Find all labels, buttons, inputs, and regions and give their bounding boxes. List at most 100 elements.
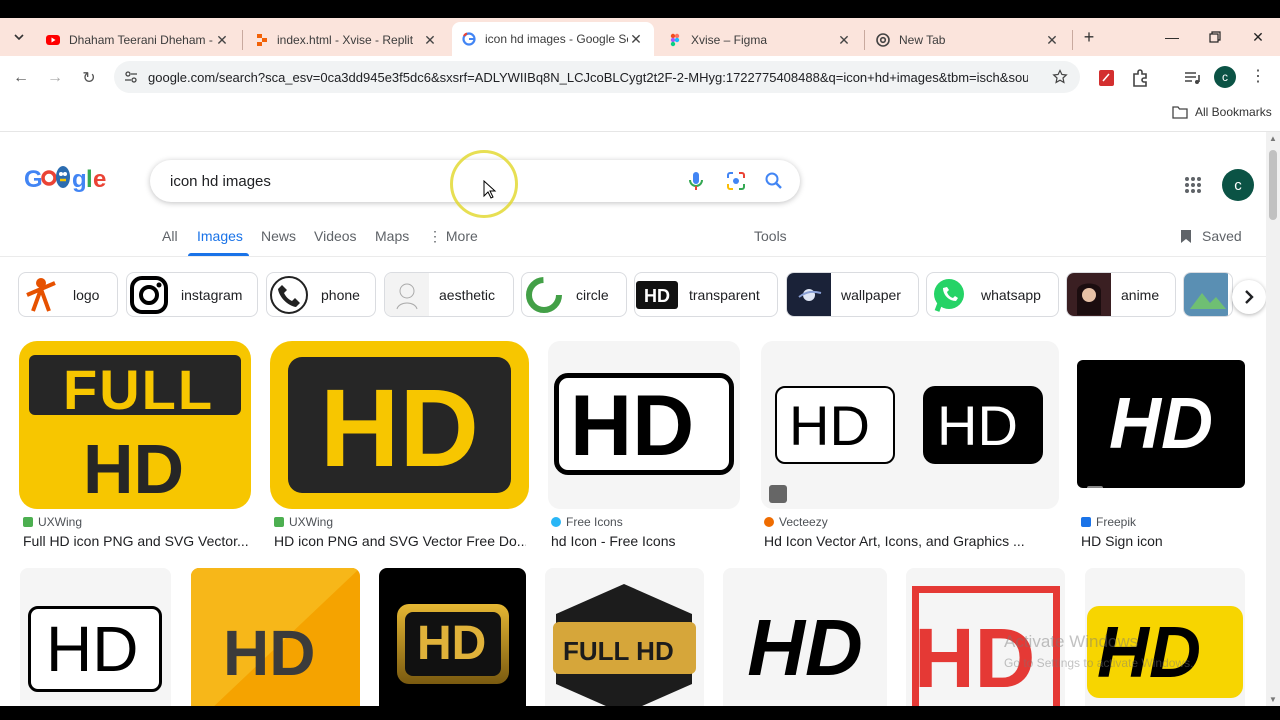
tab-new-tab[interactable]: New Tab ✕ [866,24,1070,56]
chip-label: phone [321,286,360,303]
chip-label: circle [576,286,609,303]
result-source[interactable]: UXWing [23,515,82,529]
result-image-full-hd-badge[interactable]: FULL HD [545,568,704,720]
chip-aesthetic[interactable]: aesthetic [384,272,514,317]
reload-button[interactable]: ↻ [75,64,103,92]
result-caption[interactable]: HD Sign icon [1081,533,1251,549]
chip-wallpaper[interactable]: wallpaper [786,272,919,317]
result-source[interactable]: UXWing [274,515,333,529]
result-image-hd-outline[interactable]: HD [20,568,171,720]
search-icon[interactable] [764,171,784,191]
result-image-hd-uxwing[interactable]: HD [270,341,529,509]
close-icon[interactable]: ✕ [628,31,644,48]
page-scrollbar[interactable]: ▲ ▼ [1266,132,1280,706]
windows-activation-watermark: Activate Windows Go to Settings to activ… [1004,632,1193,670]
media-control-icon[interactable] [1180,66,1204,90]
site-info-icon[interactable] [124,70,138,84]
forward-button[interactable]: → [41,64,69,92]
chips-next-button[interactable] [1232,280,1266,314]
result-image-hd-freepik[interactable]: HD [1077,360,1245,488]
uxwing-icon [23,517,33,527]
result-image-hd-orange[interactable]: HD [191,568,360,720]
close-icon[interactable]: ✕ [422,32,438,49]
result-image-hd-italic[interactable]: HD [723,568,887,720]
tab-search-icon[interactable] [10,28,28,46]
result-image-hd-free-icons[interactable]: HD [548,341,740,509]
transparent-thumb-icon: HD [635,273,679,316]
star-icon[interactable] [1052,69,1068,85]
google-doodle-logo[interactable]: G g l e [24,162,110,194]
source-label: Freepik [1096,515,1137,529]
hd-text: HD [223,617,316,689]
result-image-hd-gold[interactable]: HD [379,568,526,720]
saved-button[interactable]: Saved [1180,228,1242,244]
bookmark-icon [1181,229,1191,243]
svg-text:G: G [24,166,43,193]
chip-circle[interactable]: circle [521,272,627,317]
result-caption[interactable]: Hd Icon Vector Art, Icons, and Graphics … [764,533,1058,549]
result-source[interactable]: Vecteezy [764,515,828,529]
screen-bottom-bar [0,706,1280,720]
result-image-hd-vecteezy[interactable]: HD HD [761,341,1059,509]
tab-google-search[interactable]: icon hd images - Google Se ✕ [452,22,654,56]
chip-label: wallpaper [841,286,901,303]
result-caption[interactable]: hd Icon - Free Icons [551,533,741,549]
result-caption[interactable]: HD icon PNG and SVG Vector Free Do... [274,533,526,549]
profile-avatar[interactable]: c [1214,66,1236,88]
all-bookmarks[interactable]: All Bookmarks [1172,105,1272,119]
minimize-button[interactable]: — [1150,18,1194,56]
tools-button[interactable]: Tools [754,228,787,244]
tab-divider [864,30,865,50]
address-bar[interactable]: google.com/search?sca_esv=0ca3dd945e3f5d… [114,61,1080,93]
extensions-icon[interactable] [1128,66,1152,90]
google-apps-icon[interactable] [1184,176,1202,194]
tab-title: index.html - Xvise - Replit [277,33,414,47]
google-results-page: G g l e icon hd images c All Images News… [0,132,1266,720]
tab-youtube[interactable]: Dhaham Teerani Dheham - ✕ [36,24,240,56]
search-query[interactable]: icon hd images [170,173,271,190]
tab-replit[interactable]: index.html - Xvise - Replit ✕ [244,24,448,56]
hd-text: HD [570,378,695,474]
result-caption[interactable]: Full HD icon PNG and SVG Vector... [23,533,249,549]
phone-icon [267,273,311,316]
google-lens-icon[interactable] [726,171,746,191]
tab-news[interactable]: News [261,228,296,244]
restore-button[interactable] [1193,18,1237,56]
close-window-button[interactable]: ✕ [1236,18,1280,56]
chrome-icon [876,33,890,47]
tab-videos[interactable]: Videos [314,228,357,244]
scrollbar-thumb[interactable] [1269,150,1277,220]
tab-figma[interactable]: Xvise – Figma ✕ [658,24,862,56]
chip-phone[interactable]: phone [266,272,376,317]
close-icon[interactable]: ✕ [214,32,230,49]
back-button[interactable]: ← [7,64,35,92]
tab-title: Dhaham Teerani Dheham - [69,33,213,47]
source-label: UXWing [38,515,83,529]
browser-menu-icon[interactable]: ⋮ [1250,66,1266,90]
microphone-icon[interactable] [686,170,706,192]
result-source[interactable]: Freepik [1081,515,1136,529]
account-avatar[interactable]: c [1222,169,1254,201]
close-icon[interactable]: ✕ [1044,32,1060,49]
tab-more[interactable]: ⋮ More [428,228,478,245]
chip-logo[interactable]: logo [18,272,118,317]
chip-instagram[interactable]: instagram [126,272,258,317]
scroll-up-icon[interactable]: ▲ [1269,134,1277,143]
scroll-down-icon[interactable]: ▼ [1269,695,1277,704]
tab-images[interactable]: Images [197,228,243,244]
chip-label: aesthetic [439,286,496,303]
chip-anime[interactable]: anime [1066,272,1176,317]
close-icon[interactable]: ✕ [836,32,852,49]
new-tab-button[interactable]: + [1078,26,1100,48]
chevron-right-icon [1245,290,1254,304]
chip-whatsapp[interactable]: whatsapp [926,272,1059,317]
chip-transparent[interactable]: HD transparent [634,272,778,317]
google-icon [462,32,476,46]
result-image-full-hd-uxwing[interactable]: FULL HD [19,341,251,509]
chip-more[interactable] [1183,272,1233,317]
pdf-extension-icon[interactable] [1094,66,1118,90]
tab-all[interactable]: All [162,228,178,244]
tab-maps[interactable]: Maps [375,228,409,244]
result-source[interactable]: Free Icons [551,515,623,529]
more-label: More [445,228,478,244]
